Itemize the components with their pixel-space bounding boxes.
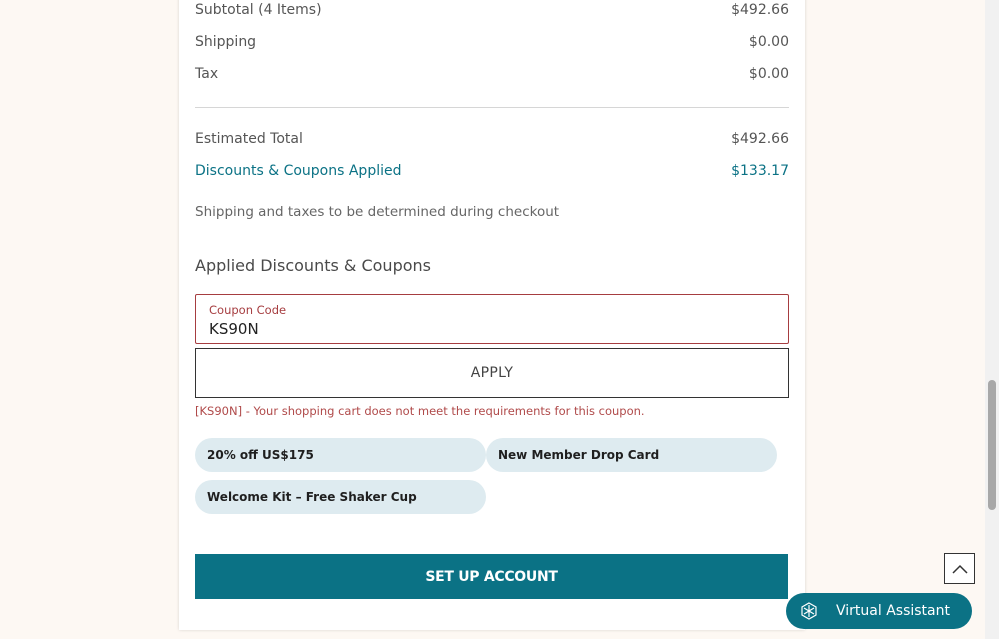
coupon-code-field[interactable]: Coupon Code <box>195 294 789 344</box>
summary-divider <box>195 107 789 108</box>
coupons-section-title: Applied Discounts & Coupons <box>195 256 431 275</box>
estimated-total-row: Estimated Total $492.66 <box>195 131 789 147</box>
coupon-code-input[interactable] <box>209 319 769 339</box>
subtotal-row: Subtotal (4 Items) $492.66 <box>195 2 789 18</box>
page-scrollbar[interactable] <box>985 0 999 639</box>
coupon-error-message: [KS90N] - Your shopping cart does not me… <box>195 404 645 418</box>
tax-value: $0.00 <box>748 66 789 82</box>
snowflake-hex-icon <box>800 602 818 620</box>
set-up-account-button[interactable]: SET UP ACCOUNT <box>195 554 788 599</box>
shipping-label: Shipping <box>195 34 257 50</box>
tax-row: Tax $0.00 <box>195 66 789 82</box>
subtotal-value: $492.66 <box>731 2 789 18</box>
scroll-to-top-button[interactable] <box>944 553 975 584</box>
coupon-chip[interactable]: New Member Drop Card <box>486 438 777 472</box>
coupon-chip[interactable]: 20% off US$175 <box>195 438 486 472</box>
shipping-value: $0.00 <box>748 34 789 50</box>
virtual-assistant-button[interactable]: Virtual Assistant <box>786 593 972 629</box>
estimated-total-label: Estimated Total <box>195 131 303 147</box>
subtotal-label: Subtotal (4 Items) <box>195 2 322 18</box>
apply-coupon-button[interactable]: APPLY <box>195 348 789 398</box>
discounts-value: $133.17 <box>731 163 789 179</box>
estimated-total-value: $492.66 <box>731 131 789 147</box>
tax-label: Tax <box>195 66 219 82</box>
shipping-tax-note: Shipping and taxes to be determined duri… <box>195 204 560 220</box>
virtual-assistant-label: Virtual Assistant <box>836 603 950 619</box>
discounts-label: Discounts & Coupons Applied <box>195 163 402 179</box>
coupon-code-label: Coupon Code <box>209 303 287 317</box>
scrollbar-thumb[interactable] <box>988 380 996 510</box>
discounts-row: Discounts & Coupons Applied $133.17 <box>195 163 789 179</box>
shipping-row: Shipping $0.00 <box>195 34 789 50</box>
coupon-chip[interactable]: Welcome Kit – Free Shaker Cup <box>195 480 486 514</box>
chevron-up-icon <box>951 564 968 574</box>
